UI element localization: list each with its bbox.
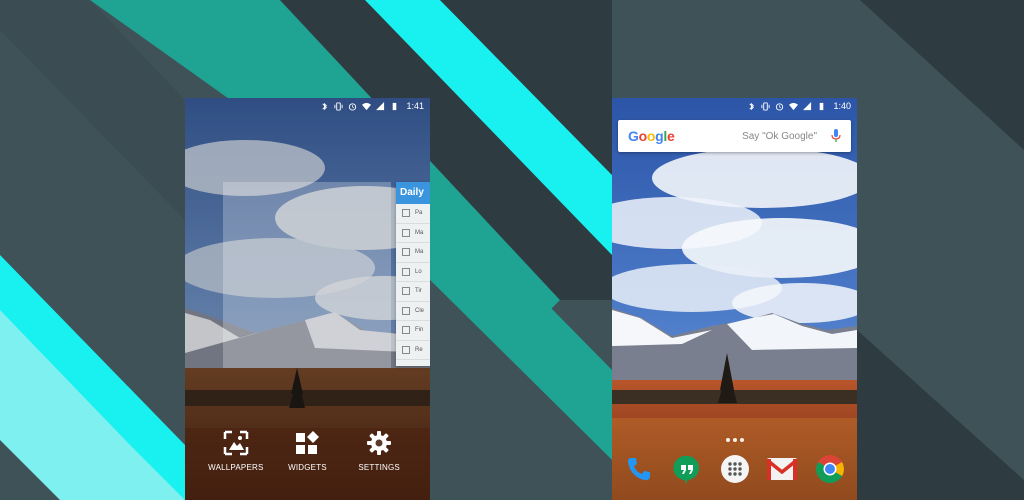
- widgets-button[interactable]: WIDGETS: [276, 430, 338, 472]
- left-phone-screen: 1:41 Daily Pa Ma Ma Lo Tir Cle Fin Re WA…: [185, 98, 430, 500]
- chrome-app[interactable]: [813, 452, 847, 486]
- widgets-icon: [296, 431, 320, 454]
- chrome-icon: [816, 455, 844, 483]
- checkbox-icon[interactable]: [402, 326, 410, 335]
- daily-tasks-widget[interactable]: Daily Pa Ma Ma Lo Tir Cle Fin Re: [396, 182, 430, 366]
- settings-gear-icon: [367, 431, 392, 455]
- alarm-icon: [349, 102, 357, 111]
- checkbox-icon[interactable]: [402, 345, 410, 354]
- app-drawer-icon: [720, 455, 749, 483]
- overview-menu: WALLPAPERS WIDGETS SETTINGS: [185, 430, 430, 472]
- checkbox-icon[interactable]: [402, 306, 410, 315]
- right-phone-screen: 1:40 Google Say "Ok Google": [612, 98, 857, 500]
- wallpapers-label: WALLPAPERS: [208, 463, 264, 472]
- page-dot: [725, 438, 730, 442]
- signal-icon: [803, 101, 812, 110]
- task-item[interactable]: Tir: [396, 282, 430, 302]
- battery-icon: [393, 102, 397, 110]
- homescreen-page-preview[interactable]: [223, 182, 391, 368]
- checkbox-icon[interactable]: [402, 267, 410, 276]
- app-drawer-button[interactable]: [718, 452, 752, 486]
- wifi-icon: [789, 102, 799, 110]
- task-item[interactable]: Ma: [396, 243, 430, 263]
- bluetooth-icon: [322, 102, 328, 110]
- task-item[interactable]: Lo: [396, 263, 430, 282]
- bluetooth-icon: [749, 102, 755, 110]
- app-dock: [622, 452, 847, 486]
- battery-icon: [820, 102, 824, 110]
- status-bar: 1:41: [185, 98, 430, 114]
- page-dot: [732, 438, 737, 442]
- widget-title: Daily: [396, 182, 430, 204]
- status-time: 1:41: [406, 101, 424, 111]
- hangouts-app[interactable]: [670, 452, 704, 486]
- task-item[interactable]: Fin: [396, 321, 430, 341]
- checkbox-icon[interactable]: [402, 248, 410, 257]
- phone-icon: [628, 458, 650, 481]
- wifi-icon: [362, 102, 372, 110]
- vibrate-icon: [761, 101, 771, 111]
- signal-icon: [376, 101, 385, 110]
- phone-app[interactable]: [622, 452, 656, 486]
- google-logo: Google: [628, 128, 675, 144]
- checkbox-icon[interactable]: [402, 228, 410, 237]
- gmail-icon: [766, 458, 799, 480]
- status-time: 1:40: [833, 101, 851, 111]
- settings-button[interactable]: SETTINGS: [348, 430, 410, 472]
- alarm-icon: [776, 102, 784, 111]
- wallpapers-icon: [223, 430, 249, 456]
- wallpapers-button[interactable]: WALLPAPERS: [205, 430, 267, 472]
- material-background: [0, 0, 1024, 500]
- checkbox-icon[interactable]: [402, 287, 410, 296]
- checkbox-icon[interactable]: [402, 209, 410, 218]
- task-item[interactable]: Ma: [396, 224, 430, 243]
- search-hint: Say "Ok Google": [742, 130, 817, 142]
- task-item[interactable]: Cle: [396, 302, 430, 321]
- settings-label: SETTINGS: [358, 463, 400, 472]
- google-search-bar[interactable]: Google Say "Ok Google": [618, 120, 851, 152]
- page-dot: [739, 438, 744, 442]
- status-bar: 1:40: [612, 98, 857, 114]
- widgets-label: WIDGETS: [288, 463, 327, 472]
- gmail-app[interactable]: [765, 452, 799, 486]
- page-indicator: [612, 438, 857, 442]
- task-item[interactable]: Pa: [396, 204, 430, 224]
- promo-banner: 1:41 Daily Pa Ma Ma Lo Tir Cle Fin Re WA…: [0, 0, 1024, 500]
- task-item[interactable]: Re: [396, 341, 430, 360]
- vibrate-icon: [334, 101, 344, 111]
- hangouts-icon: [673, 455, 699, 484]
- microphone-icon[interactable]: [831, 129, 841, 143]
